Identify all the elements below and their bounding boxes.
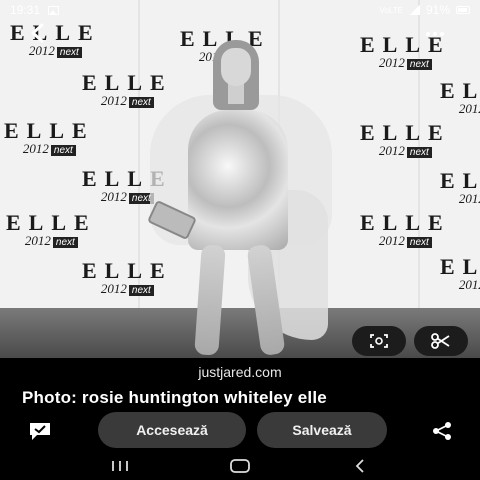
comment-icon	[30, 423, 50, 440]
action-row: Accesează Salvează	[0, 410, 480, 450]
back-arrow-icon	[31, 23, 44, 43]
backdrop-logo: ELLE2012next	[6, 210, 97, 248]
backdrop-logo: ELLE2012next	[360, 210, 451, 248]
more-options-button[interactable]	[426, 24, 446, 44]
backdrop-logo: ELLE2012next	[440, 254, 480, 292]
more-dots-icon	[426, 32, 430, 36]
result-photo[interactable]: ELLE2012next ELLE2012next ELLE2012next E…	[0, 0, 480, 358]
signal-label: VoLTE	[379, 5, 403, 15]
recent-apps-button[interactable]	[100, 456, 140, 476]
backdrop-logo: ELLE2012next	[4, 118, 95, 156]
home-button[interactable]	[220, 456, 260, 476]
recent-apps-icon	[112, 461, 128, 471]
backdrop-logo: ELLE2012next	[440, 78, 480, 116]
lens-search-button[interactable]	[352, 326, 406, 356]
nav-back-button[interactable]	[340, 456, 380, 476]
viewer-top-bar	[0, 20, 480, 48]
system-nav-bar	[0, 452, 480, 480]
result-source[interactable]: justjared.com	[0, 364, 480, 380]
comment-button[interactable]	[26, 420, 54, 442]
access-button[interactable]: Accesează	[98, 412, 246, 448]
save-button[interactable]: Salvează	[257, 412, 387, 448]
home-icon	[230, 459, 250, 473]
share-button[interactable]	[428, 420, 456, 442]
scissors-icon	[431, 333, 450, 349]
lens-search-icon	[370, 334, 388, 348]
gallery-notification-icon	[48, 5, 60, 15]
signal-icon	[408, 5, 420, 15]
share-icon	[433, 422, 451, 440]
status-bar: 19:31 VoLTE 91%	[0, 0, 480, 20]
status-time: 19:31	[10, 3, 41, 17]
battery-icon	[456, 6, 470, 14]
battery-percent: 91%	[425, 3, 450, 17]
crop-button[interactable]	[414, 326, 468, 356]
result-caption: Photo: rosie huntington whiteley elle	[22, 388, 327, 407]
backdrop-logo: ELLE2012next	[440, 168, 480, 206]
backdrop-logo: ELLE2012next	[360, 120, 451, 158]
photo-subject	[146, 40, 340, 357]
back-button[interactable]	[28, 22, 48, 46]
nav-back-icon	[355, 459, 364, 473]
